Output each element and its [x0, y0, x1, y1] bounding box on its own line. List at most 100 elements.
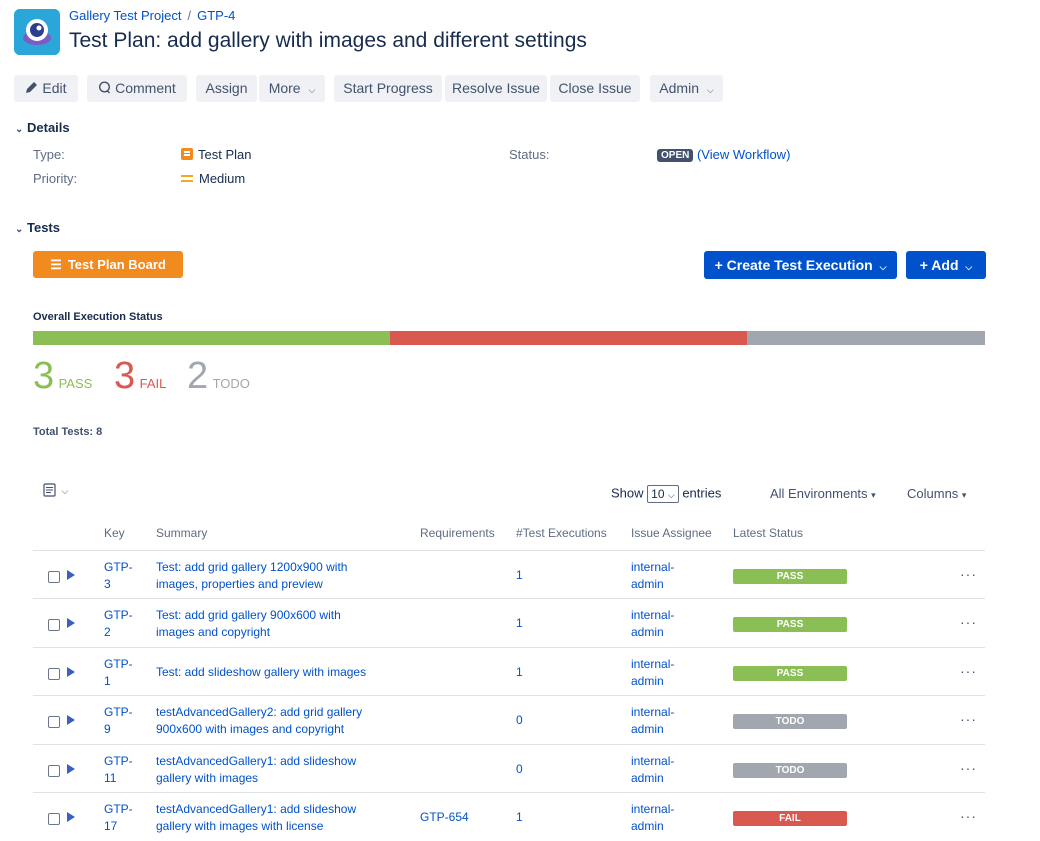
view-workflow-link[interactable]: (View Workflow) [697, 147, 790, 162]
environments-dropdown[interactable]: All Environments ▾ [770, 486, 876, 501]
row-executions-link[interactable]: 1 [516, 809, 523, 826]
row-assignee-link[interactable]: internal-admin [631, 704, 674, 738]
breadcrumb-project-link[interactable]: Gallery Test Project [69, 8, 181, 23]
row-assignee-line-2: admin [631, 674, 664, 688]
column-header-executions[interactable]: #Test Executions [516, 526, 607, 540]
add-button[interactable]: + Add ⌵ [906, 251, 986, 279]
breadcrumb-issue-key-link[interactable]: GTP-4 [197, 8, 235, 23]
row-actions-menu[interactable]: ··· [960, 711, 977, 727]
row-key-link[interactable]: GTP- 11 [104, 753, 133, 787]
row-actions-menu[interactable]: ··· [960, 663, 977, 679]
row-summary-link[interactable]: Test: add slideshow gallery with images [156, 664, 366, 681]
row-assignee-link[interactable]: internal-admin [631, 559, 674, 593]
column-header-key[interactable]: Key [104, 526, 125, 540]
comment-button[interactable]: Comment [87, 75, 187, 102]
entries-select[interactable]: 10 ⌵ [647, 485, 679, 503]
row-requirement-link[interactable]: GTP-654 [420, 809, 469, 826]
table-row[interactable]: GTP- 2 Test: add grid gallery 900x600 with… [33, 598, 985, 647]
row-actions-menu[interactable]: ··· [960, 808, 977, 824]
column-header-requirements[interactable]: Requirements [420, 526, 495, 540]
project-avatar[interactable] [14, 9, 60, 55]
row-actions-menu[interactable]: ··· [960, 760, 977, 776]
row-assignee-link[interactable]: internal-admin [631, 656, 674, 690]
comment-label: Comment [115, 80, 176, 96]
column-header-assignee[interactable]: Issue Assignee [631, 526, 712, 540]
row-checkbox[interactable] [48, 571, 60, 583]
table-row[interactable]: GTP- 17 testAdvancedGallery1: add slidesho… [33, 792, 985, 841]
status-label: Status: [509, 147, 550, 162]
row-checkbox[interactable] [48, 716, 60, 728]
play-icon[interactable] [67, 570, 75, 580]
chevron-down-icon: ⌵ [965, 262, 973, 272]
table-row[interactable]: GTP- 11 testAdvancedGallery1: add slidesho… [33, 744, 985, 793]
row-executions-link[interactable]: 0 [516, 761, 523, 778]
row-summary-line-1: Test: add grid gallery 900x600 with [156, 608, 341, 622]
row-executions-link[interactable]: 1 [516, 664, 523, 681]
row-assignee-link[interactable]: internal-admin [631, 753, 674, 787]
columns-dropdown[interactable]: Columns ▾ [907, 486, 966, 501]
row-executions-link[interactable]: 1 [516, 615, 523, 632]
row-key-number: 17 [104, 819, 118, 833]
status-badge: TODO [733, 763, 847, 778]
row-checkbox[interactable] [48, 619, 60, 631]
row-key-link[interactable]: GTP- 2 [104, 607, 133, 641]
row-summary-link[interactable]: Test: add grid gallery 900x600 with image… [156, 607, 341, 641]
tests-section-toggle[interactable]: ⌄ Tests [15, 220, 60, 235]
row-key-link[interactable]: GTP- 9 [104, 704, 133, 738]
row-assignee-line-1: internal- [631, 802, 675, 816]
row-checkbox[interactable] [48, 668, 60, 680]
breadcrumb-separator: / [187, 8, 192, 23]
row-summary-link[interactable]: testAdvancedGallery2: add grid gallery 90… [156, 704, 362, 738]
row-assignee-line-1: internal- [631, 657, 675, 671]
edit-label: Edit [42, 80, 67, 96]
chevron-down-icon: ⌵ [667, 490, 675, 500]
test-plan-board-button[interactable]: ☰ Test Plan Board [33, 251, 183, 278]
bulk-actions-menu[interactable]: ⌵ [43, 483, 68, 502]
breadcrumb: Gallery Test Project / GTP-4 [69, 8, 235, 23]
row-assignee-line-2: admin [631, 722, 664, 736]
column-header-latest-status[interactable]: Latest Status [733, 526, 803, 540]
row-key-number: 1 [104, 674, 111, 688]
resolve-issue-button[interactable]: Resolve Issue [445, 75, 547, 102]
add-label: + Add [919, 257, 959, 273]
row-executions-link[interactable]: 1 [516, 567, 523, 584]
create-test-execution-button[interactable]: + Create Test Execution ⌵ [704, 251, 897, 279]
assign-button[interactable]: Assign [196, 75, 257, 102]
column-header-summary[interactable]: Summary [156, 526, 207, 540]
close-issue-button[interactable]: Close Issue [550, 75, 640, 102]
row-assignee-link[interactable]: internal-admin [631, 607, 674, 641]
table-row[interactable]: GTP- 9 testAdvancedGallery2: add grid gall… [33, 695, 985, 744]
row-checkbox[interactable] [48, 813, 60, 825]
row-key-number: 3 [104, 577, 111, 591]
progress-segment-fail [390, 331, 747, 345]
more-button[interactable]: More ⌵ [259, 75, 325, 102]
chevron-down-icon: ⌄ [15, 124, 24, 135]
play-icon[interactable] [67, 764, 75, 774]
play-icon[interactable] [67, 812, 75, 822]
type-text: Test Plan [198, 147, 252, 162]
admin-button[interactable]: Admin ⌵ [650, 75, 723, 102]
priority-value: Medium [181, 171, 245, 186]
row-checkbox[interactable] [48, 765, 60, 777]
table-row[interactable]: GTP- 1 Test: add slideshow gallery with im… [33, 647, 985, 696]
play-icon[interactable] [67, 618, 75, 628]
row-summary-line-2: images and copyright [156, 625, 271, 639]
details-section-toggle[interactable]: ⌄ Details [15, 120, 70, 135]
edit-button[interactable]: Edit [14, 75, 78, 102]
play-icon[interactable] [67, 667, 75, 677]
row-key-link[interactable]: GTP- 17 [104, 801, 133, 835]
start-progress-button[interactable]: Start Progress [334, 75, 442, 102]
row-summary-link[interactable]: testAdvancedGallery1: add slideshow galle… [156, 753, 356, 787]
row-executions-link[interactable]: 0 [516, 712, 523, 729]
row-key-link[interactable]: GTP- 3 [104, 559, 133, 593]
row-actions-menu[interactable]: ··· [960, 614, 977, 630]
table-row[interactable]: GTP- 3 Test: add grid gallery 1200x900 wit… [33, 550, 985, 599]
play-icon[interactable] [67, 715, 75, 725]
row-summary-link[interactable]: testAdvancedGallery1: add slideshow galle… [156, 801, 356, 835]
progress-segment-todo [747, 331, 985, 345]
row-actions-menu[interactable]: ··· [960, 566, 977, 582]
row-summary-link[interactable]: Test: add grid gallery 1200x900 with imag… [156, 559, 347, 593]
status-badge: OPEN [657, 149, 694, 162]
row-key-link[interactable]: GTP- 1 [104, 656, 133, 690]
row-assignee-link[interactable]: internal-admin [631, 801, 674, 835]
